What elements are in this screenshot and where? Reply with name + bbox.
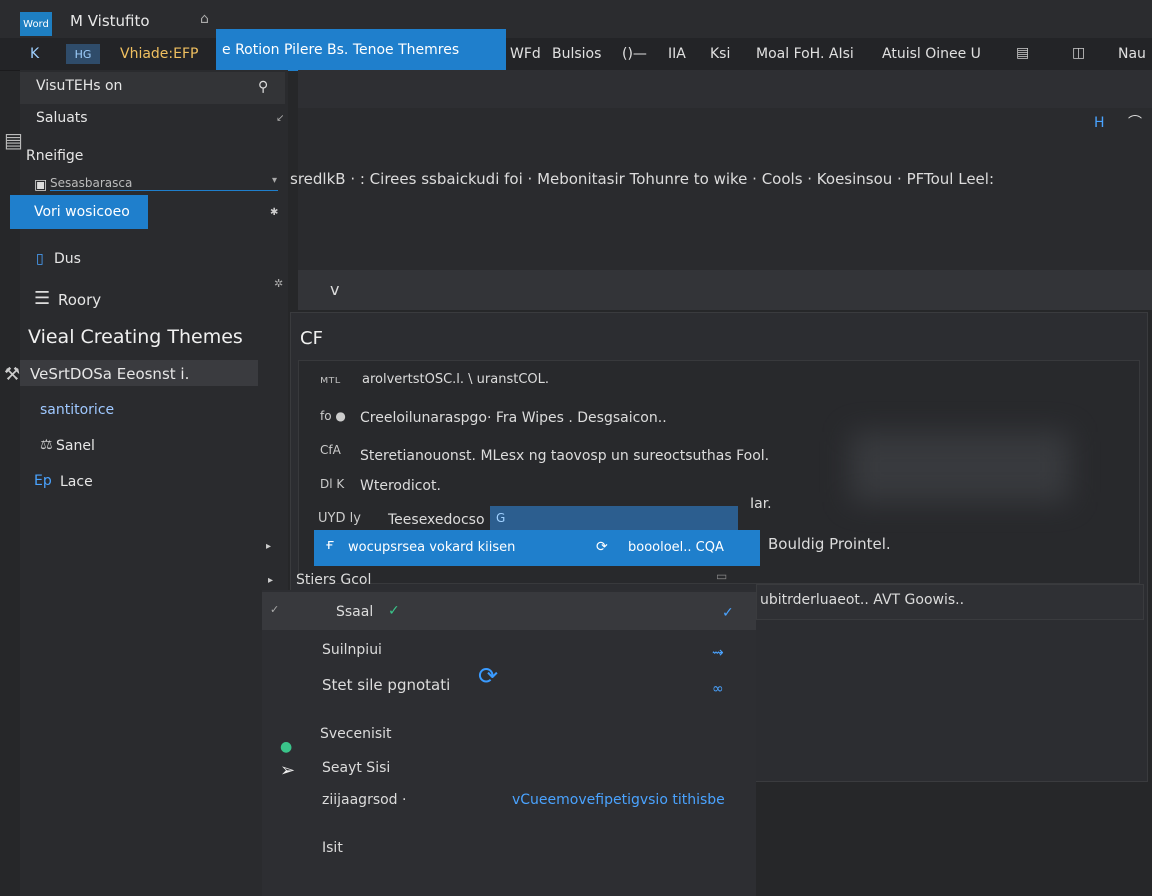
app-icon[interactable]: Word <box>20 12 52 36</box>
menu-item-active[interactable]: e Rotion Pilere Bs. Tenoe Themres <box>216 29 506 71</box>
menu-item-6[interactable]: Moal FoH. AIsi <box>756 46 854 62</box>
m-icon: M <box>70 12 83 30</box>
green-dot-icon: ● <box>280 739 293 755</box>
sidebar-item-0[interactable]: Saluats <box>36 110 88 126</box>
cf-line-6: Bouldig Prointel. <box>768 535 891 553</box>
menu-item-0[interactable]: Vhiade:EFP <box>120 46 198 62</box>
cf-line-4[interactable]: Teesexedocso <box>388 512 485 528</box>
panel-icon[interactable]: ◫ <box>1072 46 1085 60</box>
menu-item-5[interactable]: Ksi <box>710 46 730 62</box>
menu-bar: K HG Vhiade:EFP WFd Bulsios ()— IIA Ksi … <box>0 38 1152 71</box>
sidebar-item-selected[interactable]: Vori wosicoeo <box>10 195 148 229</box>
cf-line-1[interactable]: Creeloilunaraspgo· Fra Wipes . Desgsaico… <box>360 410 667 426</box>
right-row-text[interactable]: ubitrderluaeot.. AVT Goowis.. <box>760 592 964 608</box>
g-icon: G <box>496 511 506 525</box>
sidebar-item-8[interactable]: santitorice <box>40 402 114 418</box>
cf-title: CF <box>300 328 323 349</box>
expand-icon[interactable]: ↙ <box>276 114 284 124</box>
curve-icon[interactable]: ⌒ <box>1128 116 1142 130</box>
collapsed-row[interactable] <box>298 270 1152 310</box>
note-icon: ▣ <box>34 177 48 193</box>
window-title: M Vistufito <box>70 12 150 30</box>
pin-icon[interactable]: ⚲ <box>258 80 268 94</box>
ep-icon: Ep <box>34 473 52 489</box>
menu-k-icon[interactable]: K <box>30 47 39 61</box>
info-panel <box>298 108 1152 270</box>
sidebar-header-label: VisuTEHs on <box>36 78 123 94</box>
menu-item-7[interactable]: Atuisl Oinee U <box>882 46 981 62</box>
stack-icon: ☰ <box>34 288 51 309</box>
check-small-icon: ✓ <box>270 603 280 616</box>
dropdown-header[interactable]: Stiers Gcol <box>296 572 371 588</box>
chevron-down-icon[interactable]: v <box>330 280 339 299</box>
dropdown-link[interactable]: vCueemovefipetigvsio tithisbe <box>512 792 725 808</box>
info-line: sredlkB · : Cirees ssbaickudi foi · Mebo… <box>290 170 995 188</box>
dropdown-item-6[interactable]: Isit <box>322 840 343 856</box>
book-icon: ▤ <box>4 128 23 152</box>
sidebar-item-1[interactable]: Rneifige <box>26 148 83 164</box>
dropdown-item-4[interactable]: Seayt Sisi <box>322 760 390 776</box>
selected-left[interactable]: wocupsrsea vokard kiisen <box>348 540 515 555</box>
cf-line-5: Iar. <box>750 496 772 512</box>
di-icon: Dl K <box>320 477 345 491</box>
lock-icon: ▯ <box>36 251 44 267</box>
scale-icon: ⚖ <box>40 437 53 453</box>
green-check-icon: ✓ <box>388 603 400 619</box>
sparkle-icon: ✲ <box>274 277 284 290</box>
sidebar-item-5[interactable]: Roory <box>58 291 101 309</box>
restore-icon[interactable]: ⌂ <box>200 12 209 26</box>
arrow-right-icon: ▸ <box>268 575 274 586</box>
link-icon[interactable]: ⟳ <box>596 540 608 554</box>
cf-line-2[interactable]: Steretianouonst. MLesx ng taovosp un sur… <box>360 448 769 464</box>
square-icon: ▭ <box>716 569 728 583</box>
file-icon[interactable]: ▤ <box>1016 46 1029 60</box>
top-band <box>298 70 1152 108</box>
bullet-icon: ▸ <box>266 541 272 552</box>
selection-bar-top <box>490 506 738 530</box>
menu-item-2[interactable]: Bulsios <box>552 46 601 62</box>
sidebar-item-4[interactable]: Dus <box>54 251 81 267</box>
title-bar: Word M Vistufito ⌂ <box>0 0 1152 38</box>
cf-line-0[interactable]: arolvertstOSC.l. \ uranstCOL. <box>362 372 549 387</box>
menu-item-4[interactable]: IIA <box>668 46 686 62</box>
menu-item-1[interactable]: WFd <box>510 46 541 62</box>
sidebar-item-10[interactable]: Lace <box>60 474 93 490</box>
blurred-preview <box>850 432 1070 502</box>
sidebar-item-2[interactable]: Sesasbarasca <box>50 176 278 191</box>
link-alt-icon[interactable]: ∞ <box>712 682 724 696</box>
sidebar-item-7[interactable]: VeSrtDOSa Eeosnst i. <box>30 365 189 383</box>
sidebar-heading: Vieal Creating Themes <box>28 326 243 348</box>
tools-icon: ⚒ <box>4 364 21 385</box>
dropdown-item-3[interactable]: Svecenisit <box>320 726 392 742</box>
star-icon: ✱ <box>270 207 279 218</box>
dropdown-item-0[interactable]: Ssaal <box>336 604 373 620</box>
fo-icon: fo ● <box>320 409 346 423</box>
dropdown-item-1[interactable]: Suilnpiui <box>322 642 382 658</box>
check-icon[interactable]: ✓ <box>722 606 734 620</box>
cfa-icon: CfA <box>320 443 341 457</box>
arrow-icon: ▾ <box>272 175 278 186</box>
f-icon: ғ <box>326 537 335 553</box>
menu-item-8[interactable]: Nau <box>1118 46 1146 62</box>
cf-line-3[interactable]: Wterodicot. <box>360 478 441 494</box>
send-icon: ➢ <box>280 760 296 781</box>
menu-item-3[interactable]: ()— <box>622 46 647 62</box>
dropdown-item-5[interactable]: ziijaagrsod · <box>322 792 406 808</box>
h-icon[interactable]: H <box>1094 116 1105 130</box>
sidebar-item-9[interactable]: Sanel <box>56 438 95 454</box>
mtl-icon: ᴍᴛʟ <box>320 373 341 386</box>
dropdown-item-2[interactable]: Stet sile pgnotati <box>322 676 450 694</box>
menu-badge-icon[interactable]: HG <box>66 44 100 64</box>
toggle-icon[interactable]: ⇝ <box>712 646 724 660</box>
uy-icon: UYD ly <box>318 511 361 526</box>
blue-loop-icon: ⟳ <box>478 662 499 690</box>
selected-right[interactable]: boooloel.. CQA <box>628 540 724 555</box>
